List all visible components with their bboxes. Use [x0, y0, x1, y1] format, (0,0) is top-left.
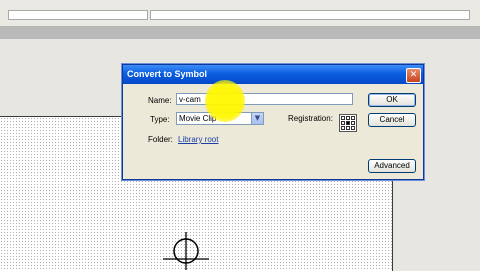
registration-label: Registration:	[288, 114, 333, 123]
advanced-button[interactable]: Advanced	[368, 159, 416, 173]
type-label: Type:	[150, 115, 170, 124]
toolbar-field-left[interactable]	[8, 10, 148, 20]
ok-button[interactable]: OK	[368, 93, 416, 107]
name-label: Name:	[148, 96, 172, 105]
reg-cell[interactable]	[351, 126, 355, 130]
reg-cell[interactable]	[346, 116, 350, 120]
reg-cell[interactable]	[351, 116, 355, 120]
dialog-titlebar[interactable]: Convert to Symbol ✕	[123, 65, 423, 84]
reg-cell[interactable]	[346, 126, 350, 130]
name-input[interactable]: v-cam	[176, 93, 353, 105]
close-icon[interactable]: ✕	[406, 68, 421, 83]
timeline-band	[0, 27, 480, 39]
dialog-title: Convert to Symbol	[127, 69, 208, 79]
convert-to-symbol-dialog: Convert to Symbol ✕ Name: v-cam Type: Mo…	[122, 64, 424, 180]
reg-cell-selected[interactable]	[346, 121, 350, 125]
toolbar-strip	[0, 0, 480, 27]
registration-grid-icon[interactable]	[339, 114, 357, 132]
cursor-highlight	[205, 80, 245, 122]
folder-label: Folder:	[148, 135, 173, 144]
chevron-down-icon[interactable]: ▼	[251, 113, 263, 124]
toolbar-field-right[interactable]	[150, 10, 470, 20]
reg-cell[interactable]	[351, 121, 355, 125]
folder-link[interactable]: Library root	[178, 135, 218, 144]
reg-cell[interactable]	[341, 121, 345, 125]
cancel-button[interactable]: Cancel	[368, 113, 416, 127]
reg-cell[interactable]	[341, 116, 345, 120]
reg-cell[interactable]	[341, 126, 345, 130]
crosshair-icon	[163, 232, 209, 270]
